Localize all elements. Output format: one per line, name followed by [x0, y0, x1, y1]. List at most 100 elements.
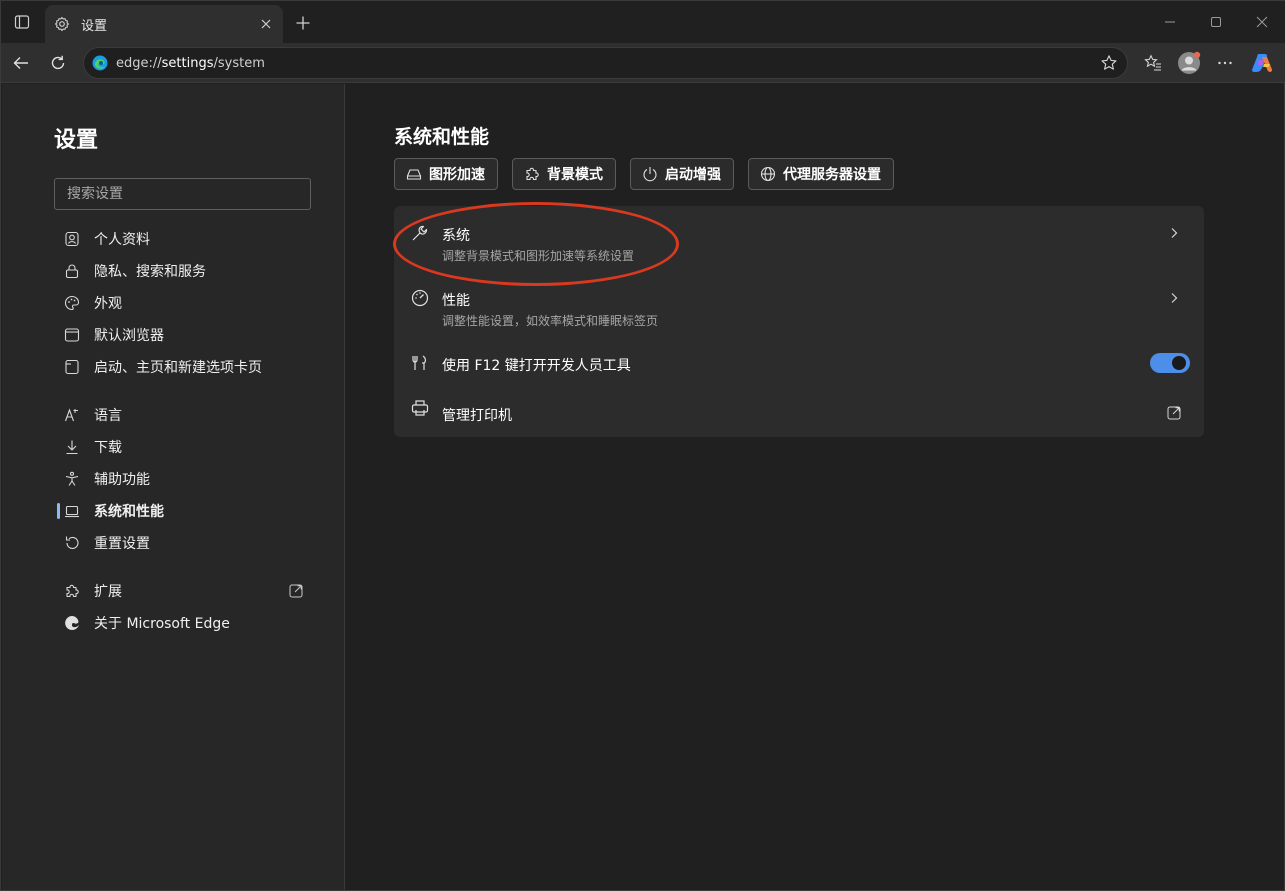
tab-actions-button[interactable] [9, 9, 35, 35]
sidebar-item-downloads[interactable]: 下载 [62, 433, 312, 461]
hard-drive-icon [405, 165, 423, 183]
external-link-icon [1164, 403, 1184, 423]
sidebar-item-label: 默认浏览器 [94, 328, 164, 344]
graphics-acceleration-button[interactable]: 图形加速 [394, 158, 498, 190]
sidebar-item-label: 启动、主页和新建选项卡页 [94, 360, 262, 376]
title-bar: 设置 [1, 1, 1285, 43]
add-favorite-button[interactable] [1095, 49, 1123, 77]
sidebar-item-extensions[interactable]: 扩展 [62, 577, 312, 605]
copilot-button[interactable] [1248, 49, 1276, 77]
printer-icon [410, 398, 430, 418]
devtools-row-title: 使用 F12 键打开开发人员工具 [442, 358, 631, 374]
sidebar-item-label: 系统和性能 [94, 504, 164, 520]
sidebar-item-system[interactable]: 系统和性能 [57, 497, 312, 525]
favorites-button[interactable] [1139, 49, 1167, 77]
address-toolbar: edge://settings/system [1, 43, 1285, 83]
search-settings-box[interactable] [54, 178, 311, 210]
edge-logo-icon [62, 613, 82, 633]
profile-button[interactable] [1175, 49, 1203, 77]
download-icon [62, 437, 82, 457]
new-tab-button[interactable] [291, 11, 315, 35]
sidebar-item-label: 外观 [94, 296, 122, 312]
maximize-button[interactable] [1201, 9, 1231, 35]
favorites-icon [1144, 54, 1161, 71]
more-button[interactable] [1211, 49, 1239, 77]
startup-boost-button[interactable]: 启动增强 [630, 158, 734, 190]
wrench-icon [410, 223, 430, 243]
minimize-button[interactable] [1155, 9, 1185, 35]
performance-row-title: 性能 [442, 293, 470, 309]
back-button[interactable] [7, 49, 35, 77]
background-mode-button[interactable]: 背景模式 [512, 158, 616, 190]
search-input[interactable] [67, 186, 310, 202]
edge-logo-icon [92, 55, 108, 71]
system-row[interactable]: 系统 调整背景模式和图形加速等系统设置 [394, 206, 1204, 271]
sidebar-item-appearance[interactable]: 外观 [62, 289, 312, 317]
avatar-icon [1178, 51, 1201, 74]
sidebar-item-label: 隐私、搜索和服务 [94, 264, 206, 280]
sidebar-item-reset[interactable]: 重置设置 [62, 529, 312, 557]
plus-icon [296, 16, 310, 30]
sidebar-item-default-browser[interactable]: 默认浏览器 [62, 321, 312, 349]
sidebar-item-languages[interactable]: 语言 [62, 401, 312, 429]
external-link-icon [288, 583, 304, 599]
manage-printers-title: 管理打印机 [442, 408, 512, 424]
sidebar-item-label: 关于 Microsoft Edge [94, 616, 230, 632]
arrow-left-icon [13, 57, 28, 69]
language-icon [62, 405, 82, 425]
performance-row-subtitle: 调整性能设置，如效率模式和睡眠标签页 [442, 314, 659, 328]
manage-printers-row[interactable]: 管理打印机 [394, 386, 1204, 437]
tools-icon [410, 353, 430, 373]
sidebar-item-privacy[interactable]: 隐私、搜索和服务 [62, 257, 312, 285]
accessibility-icon [62, 469, 82, 489]
url-text: edge://settings/system [116, 55, 265, 71]
lock-icon [62, 261, 82, 281]
system-row-subtitle: 调整背景模式和图形加速等系统设置 [442, 249, 635, 263]
globe-icon [759, 165, 777, 183]
browser-window: 设置 edge://settings/system 设置 搜索设置 个人资料 隐… [0, 0, 1285, 891]
devtools-toggle[interactable] [1150, 353, 1190, 373]
sidebar-item-label: 扩展 [94, 584, 122, 600]
close-tab-icon[interactable] [257, 15, 275, 33]
palette-icon [62, 293, 82, 313]
tab-title: 设置 [81, 18, 108, 34]
settings-sidebar: 设置 个人资料 隐私、搜索和服务 外观 默认浏览器 启动、主页和新建选项卡页 语… [2, 84, 345, 890]
address-bar[interactable]: edge://settings/system [83, 47, 1128, 79]
page-title: 系统和性能 [394, 126, 490, 148]
chevron-right-icon [1164, 288, 1184, 308]
sidebar-item-label: 重置设置 [94, 536, 150, 552]
sidebar-title: 设置 [54, 128, 99, 153]
close-icon [1256, 16, 1268, 28]
maximize-icon [1211, 17, 1221, 27]
sidebar-layout-icon [14, 15, 30, 29]
puzzle-icon [523, 165, 541, 183]
copilot-icon [1252, 54, 1273, 72]
sidebar-item-label: 辅助功能 [94, 472, 150, 488]
sidebar-item-label: 下载 [94, 440, 122, 456]
performance-row[interactable]: 性能 调整性能设置，如效率模式和睡眠标签页 [394, 271, 1204, 336]
sidebar-item-profiles[interactable]: 个人资料 [62, 225, 312, 253]
gear-icon [53, 15, 71, 33]
browser-icon [62, 325, 82, 345]
tab-settings[interactable]: 设置 [45, 5, 283, 43]
chevron-right-icon [1164, 223, 1184, 243]
refresh-icon [51, 55, 65, 70]
sidebar-item-label: 个人资料 [94, 232, 150, 248]
gauge-icon [410, 288, 430, 308]
proxy-settings-button[interactable]: 代理服务器设置 [748, 158, 894, 190]
profile-icon [62, 229, 82, 249]
system-settings-card: 系统 调整背景模式和图形加速等系统设置 性能 调整性能设置，如效率模式和睡眠标签… [394, 206, 1204, 437]
sidebar-item-about[interactable]: 关于 Microsoft Edge [62, 609, 312, 637]
settings-main: 系统和性能 图形加速 背景模式 启动增强 代理服务器设置 系统 调整背景模式和图… [346, 84, 1284, 890]
devtools-row: 使用 F12 键打开开发人员工具 [394, 336, 1204, 386]
close-window-button[interactable] [1247, 9, 1277, 35]
system-row-title: 系统 [442, 228, 470, 244]
reset-icon [62, 533, 82, 553]
puzzle-icon [62, 581, 82, 601]
sidebar-item-label: 语言 [94, 408, 122, 424]
refresh-button[interactable] [44, 49, 72, 77]
sidebar-item-start-home[interactable]: 启动、主页和新建选项卡页 [62, 353, 312, 381]
laptop-icon [62, 501, 82, 521]
sidebar-item-accessibility[interactable]: 辅助功能 [62, 465, 312, 493]
home-page-icon [62, 357, 82, 377]
